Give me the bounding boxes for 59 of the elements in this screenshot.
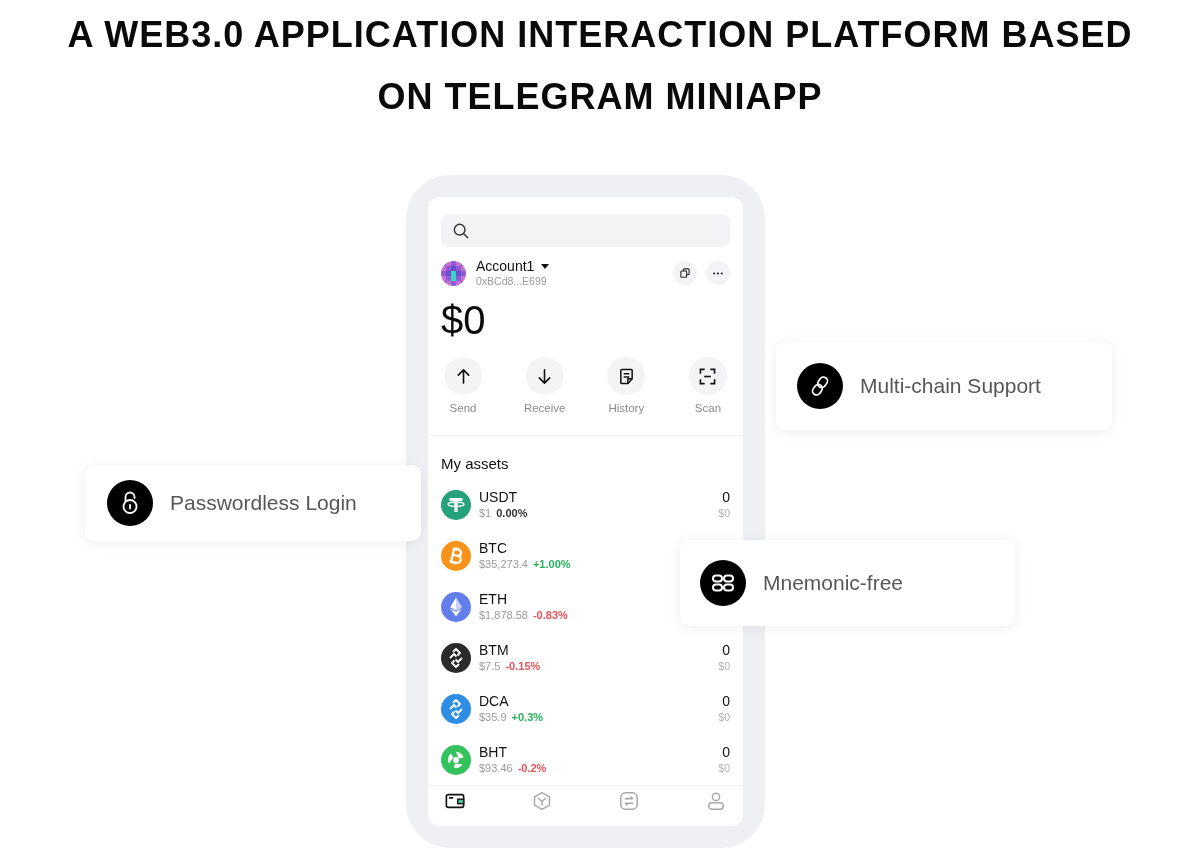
search-icon — [453, 222, 469, 239]
token-value: $0 — [718, 659, 730, 673]
token-price: $1,878.58 — [479, 608, 528, 622]
price-change: -0.83% — [532, 608, 568, 622]
scan-icon — [699, 367, 717, 385]
token-amount: 0 — [722, 693, 730, 710]
price-change: -0.15% — [505, 659, 541, 673]
feature-label: Mnemonic-free — [763, 570, 904, 596]
wallet-icon — [445, 791, 465, 811]
token-price: $35,273.4 — [479, 557, 528, 571]
link-icon — [797, 363, 843, 409]
token-amount: 0 — [722, 489, 730, 506]
token-symbol: DCA — [479, 693, 510, 710]
copy-icon — [680, 268, 690, 278]
action-button[interactable] — [688, 357, 727, 395]
price-change: +0.3% — [511, 710, 544, 724]
price-change: 0.00% — [496, 506, 528, 520]
copy-button[interactable] — [673, 261, 697, 285]
token-symbol: USDT — [479, 489, 519, 506]
token-price: $1 — [479, 506, 492, 520]
wallet-address: 0xBCd8...E699 — [476, 275, 548, 288]
action-button[interactable] — [525, 357, 564, 395]
action-label: Receive — [523, 401, 566, 416]
more-icon — [713, 271, 723, 275]
token-price: $93.46 — [479, 761, 513, 775]
token-value: $0 — [718, 761, 730, 775]
token-symbol: ETH — [479, 591, 508, 608]
total-balance: $0 — [441, 298, 487, 342]
section-heading: My assets — [441, 454, 510, 474]
token-symbol: BHT — [479, 744, 508, 761]
pills-grid-icon — [700, 560, 746, 606]
account-selector[interactable]: Account1 — [476, 258, 550, 274]
token-amount: 0 — [722, 744, 730, 761]
unlock-icon — [107, 480, 153, 526]
person-icon — [706, 791, 726, 811]
feature-label: Passwordless Login — [170, 490, 357, 516]
token-price: $7.5 — [479, 659, 501, 673]
price-change: +1.00% — [532, 557, 571, 571]
caret-icon — [541, 263, 550, 269]
nav-tab[interactable] — [445, 791, 465, 811]
hexagon-icon — [532, 791, 552, 811]
feature-label: Multi-chain Support — [860, 373, 1041, 399]
swap-icon — [619, 791, 639, 811]
avatar-icon — [441, 260, 466, 286]
headline: A WEB3.0 APPLICATION INTERACTION PLATFORM BASED ON TELEGRAM MINIAPP — [66, 13, 1134, 119]
token-symbol: BTC — [479, 540, 508, 557]
search-field[interactable] — [441, 214, 730, 247]
action-label: History — [608, 401, 645, 416]
token-value: $0 — [718, 710, 730, 724]
price-change: -0.2% — [517, 761, 547, 775]
action-button[interactable] — [444, 357, 482, 395]
token-symbol: BTM — [479, 642, 510, 659]
document-icon — [617, 367, 635, 385]
action-label: Send — [449, 401, 477, 416]
action-label: Scan — [694, 401, 722, 416]
action-button[interactable] — [607, 357, 646, 395]
token-value: $0 — [718, 506, 730, 520]
token-amount: 0 — [722, 642, 730, 659]
token-price: $35.9 — [479, 710, 507, 724]
